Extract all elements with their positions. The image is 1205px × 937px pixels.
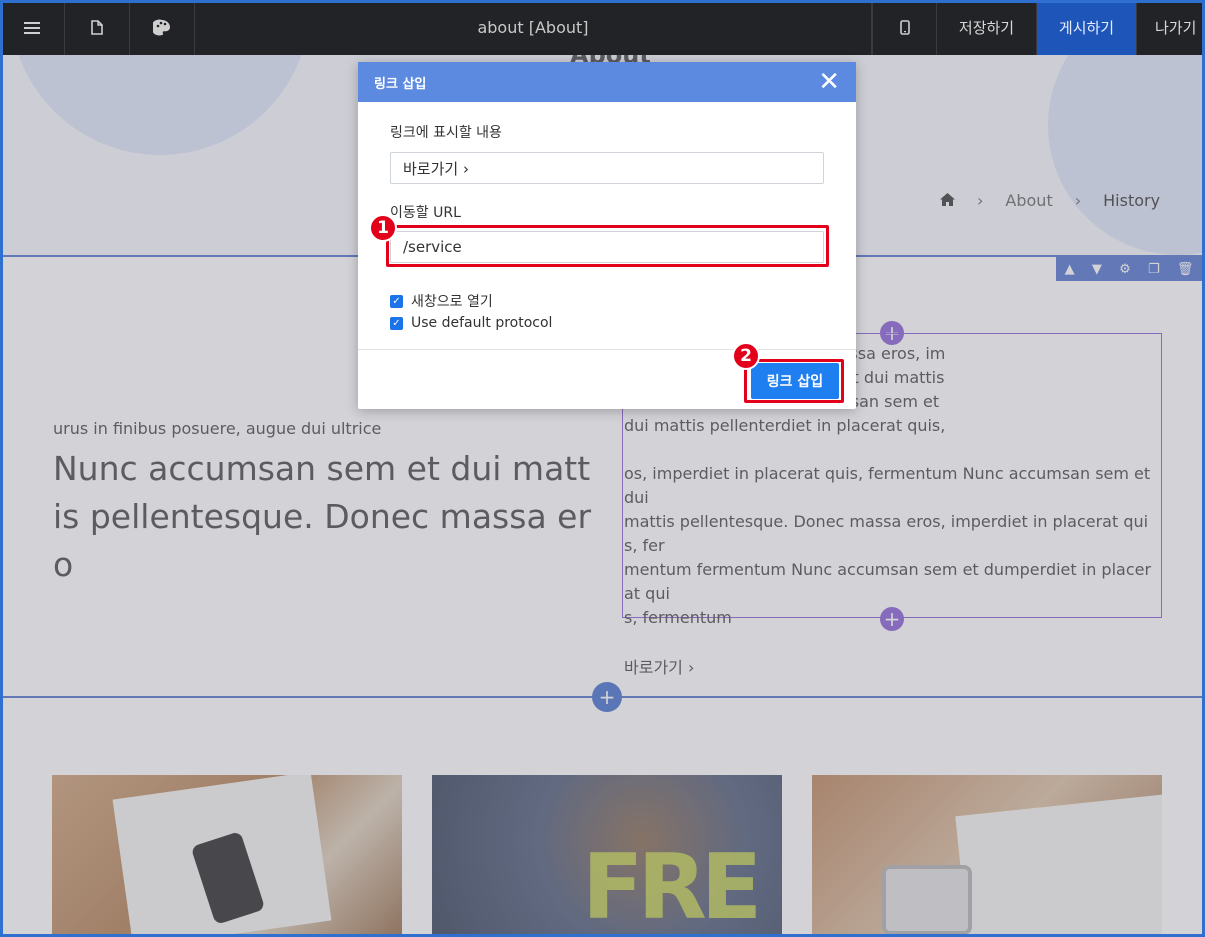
publish-button[interactable]: 게시하기 [1037, 0, 1137, 55]
checkbox-label: Use default protocol [411, 315, 553, 331]
editor-toolbar: about [About] 저장하기 게시하기 나가기 [0, 0, 1205, 55]
page-title: about [About] [195, 0, 872, 55]
insert-link-dialog: 링크 삽입 ✕ 링크에 표시할 내용 바로가기 › 이동할 URL /servi… [358, 62, 856, 409]
dialog-title: 링크 삽입 [374, 76, 427, 92]
checkbox-checked-icon[interactable]: ✓ [390, 316, 403, 330]
display-text-input[interactable]: 바로가기 › [390, 152, 824, 184]
palette-icon[interactable] [130, 0, 195, 55]
display-text-label: 링크에 표시할 내용 [390, 125, 502, 141]
checkbox-label: 새창으로 열기 [411, 294, 493, 310]
dialog-footer: 링크 삽입 [358, 349, 856, 409]
exit-button[interactable]: 나가기 [1137, 0, 1205, 55]
document-icon[interactable] [65, 0, 130, 55]
mobile-icon[interactable] [872, 0, 937, 55]
checkbox-checked-icon[interactable]: ✓ [390, 294, 403, 308]
url-label: 이동할 URL [390, 205, 461, 221]
step-badge: 2 [732, 342, 760, 370]
default-protocol-option[interactable]: ✓ Use default protocol [390, 315, 824, 331]
highlight-box [386, 225, 829, 267]
new-window-option[interactable]: ✓ 새창으로 열기 [390, 291, 824, 311]
dialog-header: 링크 삽입 ✕ [358, 62, 856, 102]
close-icon[interactable]: ✕ [818, 69, 840, 95]
menu-icon[interactable] [0, 0, 65, 55]
save-button[interactable]: 저장하기 [937, 0, 1037, 55]
insert-link-button[interactable]: 링크 삽입 [751, 363, 839, 399]
step-badge: 1 [369, 214, 397, 242]
